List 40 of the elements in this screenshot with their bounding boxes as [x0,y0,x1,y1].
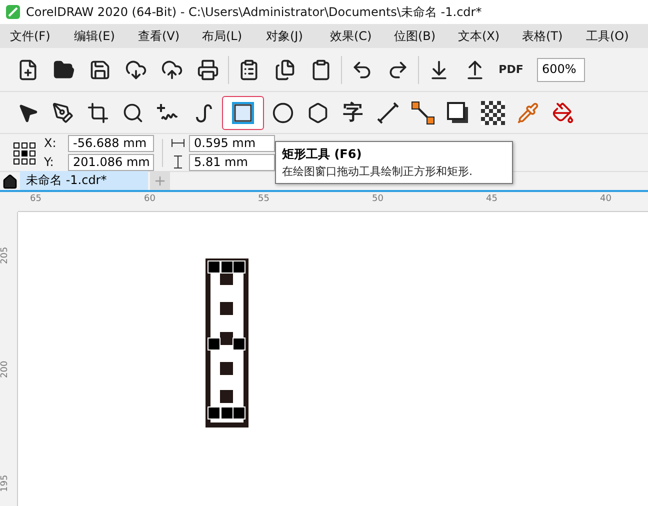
menu-item[interactable]: 表格(T) [522,28,586,44]
y-field[interactable]: 201.086 mm [68,154,154,170]
zoom-field[interactable]: 600% [537,58,585,82]
menu-item[interactable]: 位图(B) [394,28,458,44]
app-logo-icon [6,5,20,19]
width-icon [171,138,185,148]
ruler-label: 55 [258,194,270,204]
window-title: CorelDRAW 2020 (64-Bit) - C:\Users\Administrator\Documents\未命名 -1.cdr* [26,4,482,20]
ruler-label: 60 [144,194,156,204]
y-label: Y: [44,155,55,169]
menu-item[interactable]: 编辑(E) [74,28,138,44]
height-field[interactable]: 5.81 mm [189,154,275,170]
anchor-grid-icon[interactable] [12,140,36,164]
ruler-label: 200 [0,360,10,378]
menu-item[interactable]: 查看(V) [138,28,202,44]
width-field[interactable]: 0.595 mm [189,134,275,152]
rectangle-icon[interactable] [222,96,264,130]
tooltip-title: 矩形工具 (F6) [282,146,363,163]
document-tab[interactable]: 未命名 -1.cdr* [20,171,148,190]
menu-item[interactable]: 文件(F) [10,28,74,44]
ruler-label: 50 [372,194,384,204]
menu-item[interactable]: 效果(C) [330,28,394,44]
ruler-label: 45 [486,194,498,204]
height-icon [171,155,185,169]
plus-icon [153,174,167,188]
ruler-label: 65 [30,194,42,204]
ruler-label: 195 [0,474,10,492]
pdf-button[interactable]: PDF [495,52,527,86]
menu-item[interactable]: 布局(L) [202,28,266,44]
tooltip-text: 在绘图窗口拖动工具绘制正方形和矩形. [282,164,474,179]
menu-item[interactable]: 文本(X) [458,28,522,44]
ruler-label: 205 [0,246,10,264]
text-tool-button[interactable]: 字 [337,96,369,130]
ruler-label: 40 [600,194,612,204]
selected-object-drawing[interactable] [205,258,249,428]
x-field[interactable]: -56.688 mm [68,134,154,152]
home-icon[interactable] [2,174,18,190]
menu-item[interactable]: 对象(J) [266,28,330,44]
menu-item[interactable]: 工具(O) [586,28,648,44]
x-label: X: [44,136,58,150]
